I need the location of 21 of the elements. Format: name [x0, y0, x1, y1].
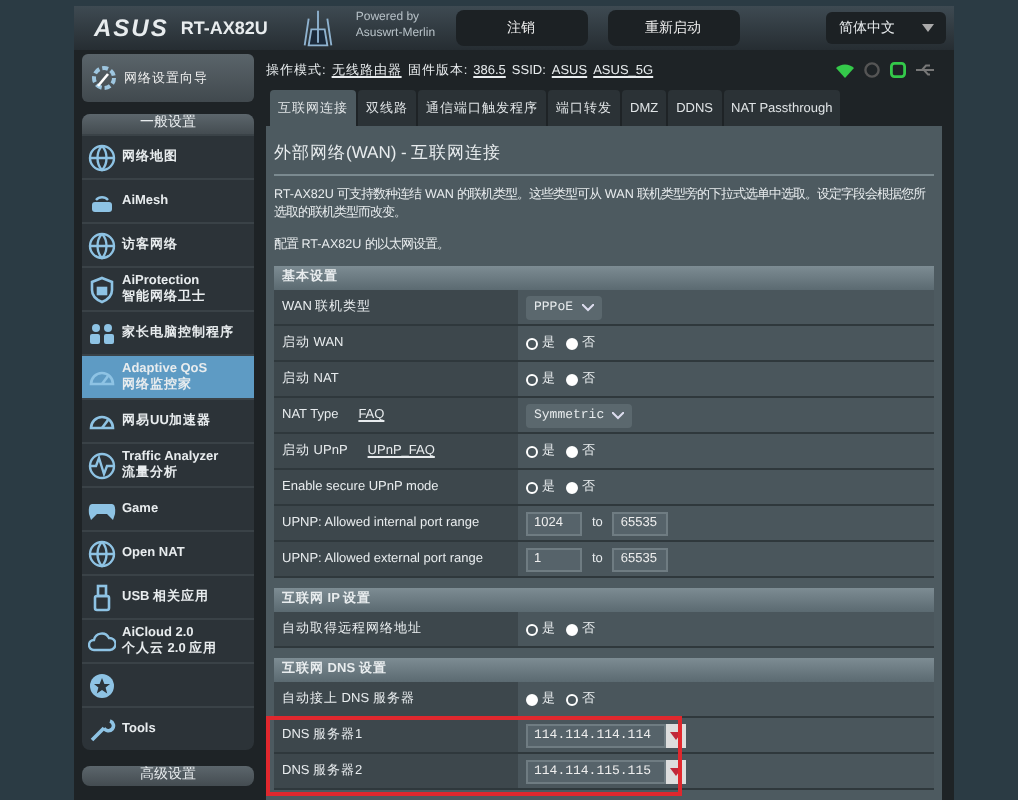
wrench-icon	[88, 715, 116, 743]
cloud-icon	[88, 627, 116, 655]
caret-icon	[921, 24, 933, 32]
wave-icon	[88, 451, 116, 479]
wifi-icon[interactable]	[836, 62, 854, 78]
usb-icon	[88, 583, 116, 611]
model-name: RT-AX82U	[180, 18, 268, 38]
brand-logo: ASUS	[94, 14, 169, 42]
caret-icon	[670, 767, 682, 776]
chevron-icon	[612, 411, 625, 420]
usb-icon[interactable]	[916, 64, 934, 76]
shield-icon	[88, 275, 116, 303]
wand-icon	[90, 64, 118, 92]
star-icon	[88, 671, 116, 699]
chevron-icon	[581, 303, 594, 312]
people-icon	[88, 319, 116, 347]
globe-icon	[88, 539, 116, 567]
globe-icon	[88, 143, 116, 171]
caret-icon	[670, 731, 682, 740]
page-title: 外部网络(WAN) - 互联网连接	[274, 142, 504, 166]
globe-icon	[88, 231, 116, 259]
